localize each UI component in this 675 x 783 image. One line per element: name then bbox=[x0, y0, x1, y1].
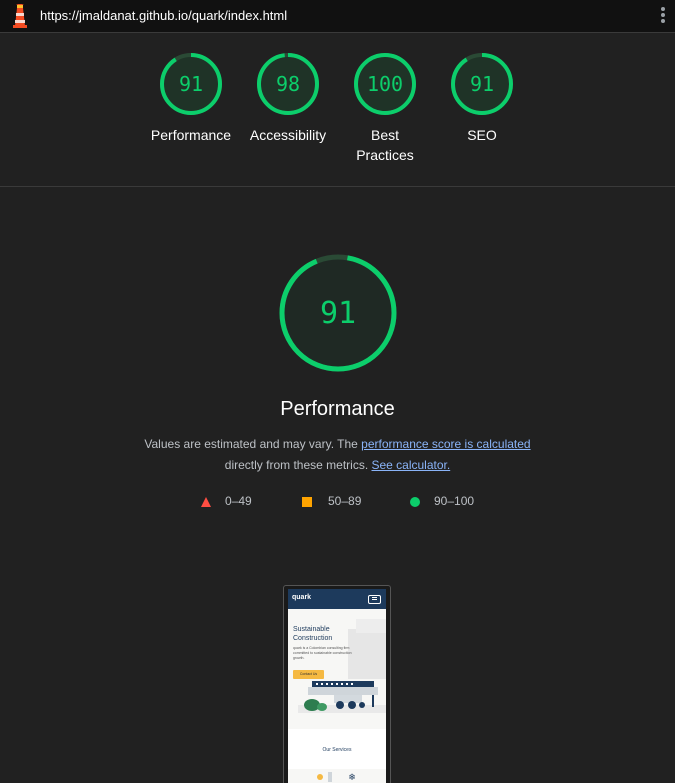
score-legend: 0–49 50–89 90–100 bbox=[0, 493, 675, 509]
gauge-performance[interactable]: 91 Performance bbox=[141, 51, 241, 145]
gauge-label: Accessibility bbox=[249, 127, 327, 143]
gauge-score: 91 bbox=[179, 72, 203, 96]
screenshot-services-icons: ❄ bbox=[288, 769, 386, 783]
gauge-seo[interactable]: 91 SEO bbox=[432, 51, 532, 145]
gauge-ring: 91 bbox=[451, 53, 513, 115]
gauge-score: 91 bbox=[470, 72, 494, 96]
legend-pass-range: 90–100 bbox=[434, 494, 475, 508]
screenshot-services-heading: Our Services bbox=[322, 747, 352, 753]
gauge-ring: 91 bbox=[160, 53, 222, 115]
screenshot-hero-text: quark is a Colombian consulting firm com… bbox=[293, 646, 352, 660]
gauge-label: Best Practices bbox=[356, 127, 414, 163]
gauge-best-practices[interactable]: 100 Best Practices bbox=[335, 51, 435, 165]
desc-prefix: Values are estimated and may vary. The bbox=[144, 437, 362, 451]
page-url: https://jmaldanat.github.io/quark/index.… bbox=[40, 8, 288, 23]
screenshot-navbar: quark bbox=[288, 589, 386, 609]
performance-gauge-ring: 91 bbox=[279, 254, 396, 372]
square-icon bbox=[302, 496, 312, 507]
main-score: 91 bbox=[319, 296, 355, 331]
kebab-menu-icon[interactable] bbox=[657, 6, 669, 26]
legend-fail: 0–49 bbox=[201, 493, 252, 509]
legend-average: 50–89 bbox=[302, 493, 361, 509]
legend-fail-range: 0–49 bbox=[225, 494, 252, 508]
triangle-icon bbox=[201, 496, 211, 507]
performance-title: Performance bbox=[280, 398, 395, 420]
service-icons: ❄ bbox=[317, 772, 356, 783]
screenshot-brand: quark bbox=[292, 594, 312, 601]
score-calculated-link[interactable]: performance score is calculated bbox=[361, 437, 530, 451]
desc-middle: directly from these metrics. bbox=[224, 458, 372, 472]
circle-icon bbox=[410, 496, 420, 507]
gauge-ring: 100 bbox=[354, 53, 416, 115]
score-summary: 91 Performance 98 Accessibility 100 Best Prac… bbox=[0, 33, 675, 187]
gauge-score: 98 bbox=[276, 72, 300, 96]
hamburger-icon bbox=[368, 595, 381, 604]
legend-average-range: 50–89 bbox=[328, 494, 362, 508]
score-description: Values are estimated and may vary. The p… bbox=[0, 434, 675, 476]
calculator-link[interactable]: See calculator. bbox=[371, 458, 450, 472]
gauge-label: Performance bbox=[150, 127, 232, 143]
gauge-score: 100 bbox=[367, 72, 403, 96]
screenshot-screen: quark Sustainable Construction quark is … bbox=[288, 589, 386, 783]
legend-pass: 90–100 bbox=[410, 493, 474, 509]
screenshot-hero: Sustainable Construction quark is a Colo… bbox=[288, 609, 386, 729]
performance-gauge-large: 91 bbox=[0, 250, 675, 376]
screenshot-hero-title: Sustainable Construction bbox=[293, 626, 333, 642]
gauge-ring: 98 bbox=[257, 53, 319, 115]
gauge-label: SEO bbox=[467, 127, 497, 143]
screenshot-cta-button: Contact Us bbox=[293, 670, 324, 679]
gauge-accessibility[interactable]: 98 Accessibility bbox=[238, 51, 338, 145]
final-screenshot: quark Sustainable Construction quark is … bbox=[283, 585, 391, 783]
top-bar: https://jmaldanat.github.io/quark/index.… bbox=[0, 0, 675, 33]
lighthouse-icon bbox=[13, 4, 27, 28]
